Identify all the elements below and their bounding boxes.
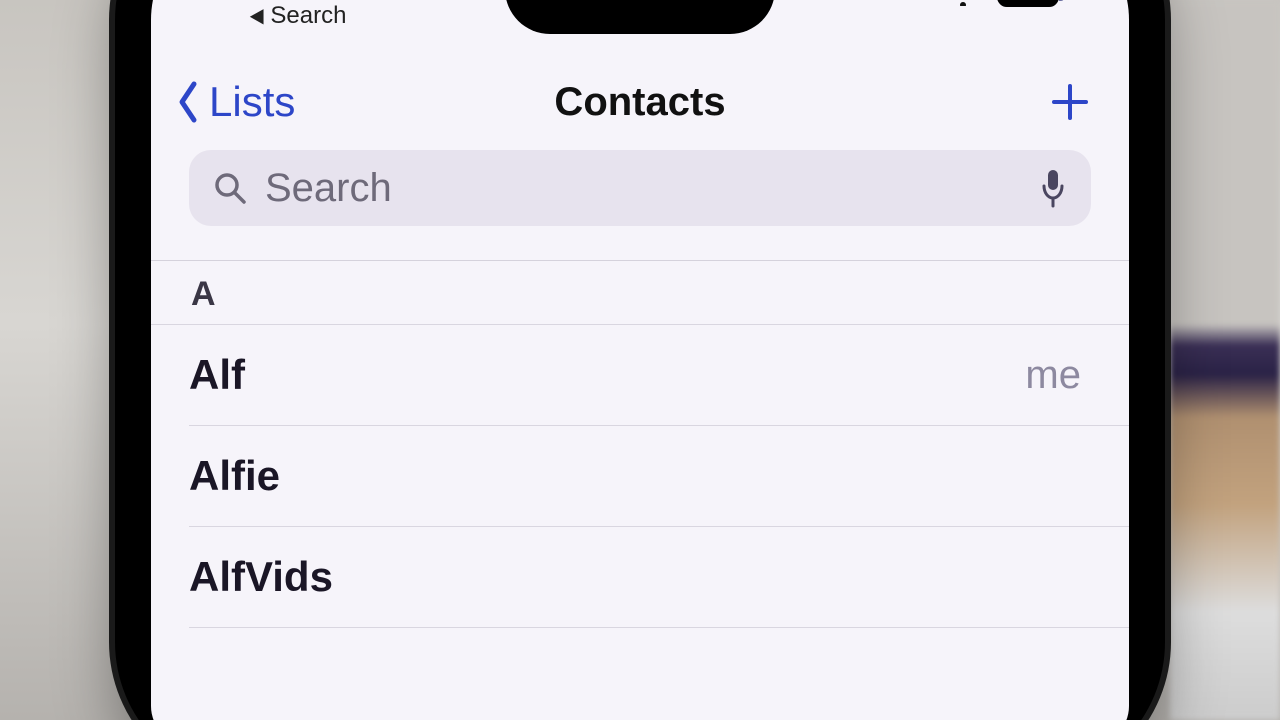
contact-name: AlfVids (189, 553, 333, 601)
search-input[interactable] (265, 166, 1021, 211)
breadcrumb-back[interactable]: ◀ Search (249, 2, 346, 30)
breadcrumb-label: Search (270, 2, 346, 30)
contact-name: Alfie (189, 452, 280, 500)
search-icon (213, 171, 247, 205)
back-button[interactable]: Lists (173, 77, 295, 127)
plus-icon (1050, 82, 1090, 122)
phone-screen: 4:37 ◀ Search 64 (151, 0, 1129, 720)
dynamic-island (505, 0, 775, 34)
add-contact-button[interactable] (1045, 77, 1095, 127)
contact-name: Alf (189, 351, 245, 399)
section-header: A (151, 261, 1129, 325)
list-item[interactable]: Alf me (189, 325, 1129, 426)
phone-inner-frame: 4:37 ◀ Search 64 (137, 0, 1143, 720)
page-title: Contacts (554, 80, 725, 125)
contact-tag: me (1025, 353, 1089, 398)
status-left: 4:37 ◀ Search (211, 0, 346, 30)
phone-frame: 4:37 ◀ Search 64 (115, 0, 1165, 720)
list-item[interactable]: Alfie (189, 426, 1129, 527)
list-item[interactable]: AlfVids (189, 527, 1129, 628)
search-field[interactable] (189, 150, 1091, 226)
microphone-icon[interactable] (1039, 168, 1067, 208)
battery-percent: 64 (1017, 0, 1039, 3)
status-right: 64 (943, 0, 1069, 7)
chevron-left-icon (173, 77, 203, 127)
battery-indicator: 64 (997, 0, 1059, 7)
phone-device: 4:37 ◀ Search 64 (115, 0, 1165, 720)
wifi-icon (943, 0, 983, 6)
back-label: Lists (209, 78, 295, 126)
contacts-list[interactable]: A Alf me Alfie AlfVids (151, 260, 1129, 628)
nav-bar: Lists Contacts (151, 64, 1129, 140)
breadcrumb-caret-icon: ◀ (250, 6, 264, 26)
